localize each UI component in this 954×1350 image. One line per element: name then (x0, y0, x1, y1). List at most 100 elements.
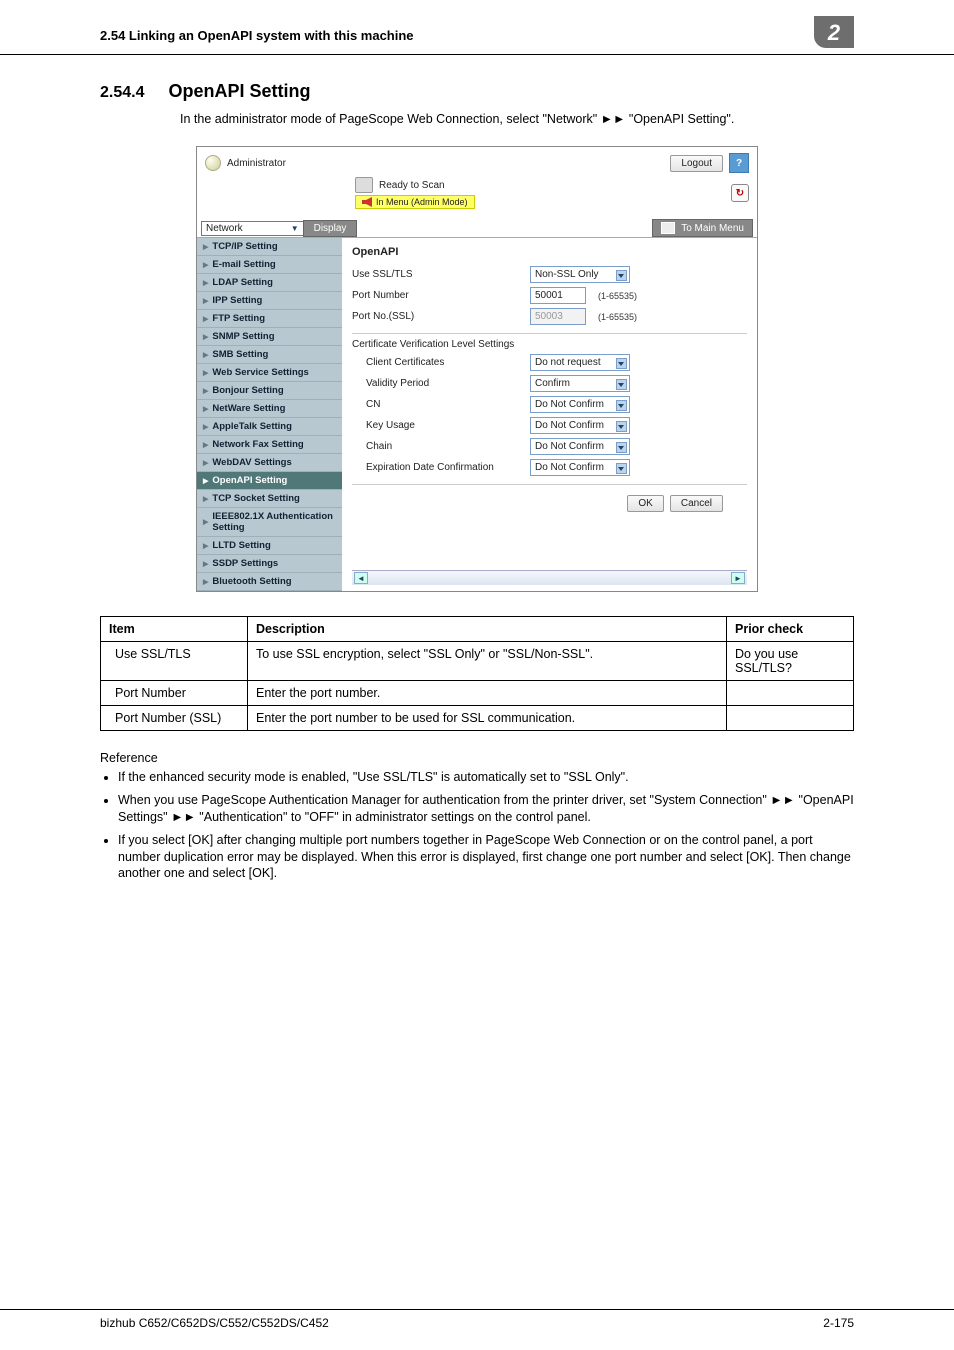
sidebar-item-network-fax-setting[interactable]: ▶ Network Fax Setting (197, 436, 342, 454)
chain-select[interactable]: Do Not Confirm (530, 438, 630, 455)
sidebar-item-appletalk-setting[interactable]: ▶AppleTalk Setting (197, 418, 342, 436)
sidebar-item-label: WebDAV Settings (212, 457, 291, 468)
sidebar-item-e-mail-setting[interactable]: ▶E-mail Setting (197, 256, 342, 274)
sidebar-item-ipp-setting[interactable]: ▶ IPP Setting (197, 292, 342, 310)
sidebar-item-label: Network Fax Setting (212, 439, 303, 450)
validity-select[interactable]: Confirm (530, 375, 630, 392)
cell-prior: Do you use SSL/TLS? (727, 642, 854, 681)
reference-item: When you use PageScope Authentication Ma… (118, 792, 854, 826)
scroll-right-icon[interactable]: ► (731, 572, 745, 584)
footer-page: 2-175 (823, 1316, 854, 1330)
section-header: 2.54 Linking an OpenAPI system with this… (100, 28, 414, 43)
triangle-icon: ▶ (203, 477, 208, 485)
triangle-icon: ▶ (203, 297, 208, 305)
triangle-icon: ▶ (203, 518, 208, 526)
reference-item: If the enhanced security mode is enabled… (118, 769, 854, 786)
reference-item: If you select [OK] after changing multip… (118, 832, 854, 883)
chain-label: Chain (352, 441, 522, 452)
triangle-icon: ▶ (203, 578, 208, 586)
user-icon (205, 155, 221, 171)
expiration-label: Expiration Date Confirmation (352, 462, 522, 473)
use-ssl-select[interactable]: Non-SSL Only (530, 266, 630, 283)
category-select[interactable]: Network ▼ (201, 221, 304, 236)
triangle-icon: ▶ (203, 351, 208, 359)
sidebar-item-web-service-settings[interactable]: ▶Web Service Settings (197, 364, 342, 382)
cell-prior (727, 681, 854, 706)
port-ssl-label: Port No.(SSL) (352, 311, 522, 322)
th-desc: Description (248, 617, 727, 642)
triangle-icon: ▶ (203, 387, 208, 395)
chapter-badge: 2 (814, 16, 854, 48)
port-ssl-hint: (1-65535) (598, 312, 637, 322)
sidebar-item-label: TCP/IP Setting (212, 241, 277, 252)
cn-select[interactable]: Do Not Confirm (530, 396, 630, 413)
triangle-icon: ▶ (203, 243, 208, 251)
table-row: Port Number (SSL)Enter the port number t… (101, 706, 854, 731)
section-intro: In the administrator mode of PageScope W… (0, 108, 954, 140)
ready-to-scan: Ready to Scan (379, 180, 445, 191)
client-cert-label: Client Certificates (352, 357, 522, 368)
to-main-menu-button[interactable]: To Main Menu (652, 219, 753, 237)
triangle-icon: ▶ (203, 423, 208, 431)
help-button[interactable]: ? (729, 153, 749, 173)
category-select-value: Network (206, 223, 243, 234)
logout-button[interactable]: Logout (670, 155, 723, 172)
sidebar-item-label: LLTD Setting (212, 540, 270, 551)
panel-title: OpenAPI (352, 246, 747, 258)
sidebar-item-ldap-setting[interactable]: ▶LDAP Setting (197, 274, 342, 292)
administrator-label: Administrator (227, 158, 286, 169)
sidebar-item-lltd-setting[interactable]: ▶ LLTD Setting (197, 537, 342, 555)
sidebar-item-ssdp-settings[interactable]: ▶SSDP Settings (197, 555, 342, 573)
reference-heading: Reference (100, 751, 854, 765)
triangle-icon: ▶ (203, 405, 208, 413)
sidebar-item-ftp-setting[interactable]: ▶ FTP Setting (197, 310, 342, 328)
cancel-button[interactable]: Cancel (670, 495, 723, 512)
cell-item: Port Number (SSL) (101, 706, 248, 731)
triangle-icon: ▶ (203, 279, 208, 287)
th-prior: Prior check (727, 617, 854, 642)
horizontal-scrollbar[interactable]: ◄ ► (352, 570, 747, 585)
triangle-icon: ▶ (203, 333, 208, 341)
expiration-select[interactable]: Do Not Confirm (530, 459, 630, 476)
display-button[interactable]: Display (303, 220, 358, 237)
table-row: Use SSL/TLSTo use SSL encryption, select… (101, 642, 854, 681)
sidebar-item-smb-setting[interactable]: ▶ SMB Setting (197, 346, 342, 364)
sidebar-item-tcp-socket-setting[interactable]: ▶TCP Socket Setting (197, 490, 342, 508)
section-number: 2.54.4 (100, 84, 144, 102)
sidebar-item-openapi-setting[interactable]: ▶OpenAPI Setting (197, 472, 342, 490)
port-input[interactable]: 50001 (530, 287, 586, 304)
sidebar-item-label: Web Service Settings (212, 367, 308, 378)
ok-button[interactable]: OK (627, 495, 663, 512)
sidebar-item-label: E-mail Setting (212, 259, 275, 270)
sidebar-item-ieee802-1x-authentication-setting[interactable]: ▶IEEE802.1X Authentication Setting (197, 508, 342, 537)
cell-item: Port Number (101, 681, 248, 706)
triangle-icon: ▶ (203, 441, 208, 449)
sidebar-item-tcp-ip-setting[interactable]: ▶ TCP/IP Setting (197, 238, 342, 256)
key-usage-select[interactable]: Do Not Confirm (530, 417, 630, 434)
sidebar-item-label: FTP Setting (212, 313, 265, 324)
cell-desc: Enter the port number to be used for SSL… (248, 706, 727, 731)
sidebar-item-webdav-settings[interactable]: ▶WebDAV Settings (197, 454, 342, 472)
scroll-left-icon[interactable]: ◄ (354, 572, 368, 584)
sidebar-item-label: NetWare Setting (212, 403, 285, 414)
printer-icon (355, 177, 373, 193)
sidebar-item-label: SMB Setting (212, 349, 268, 360)
use-ssl-label: Use SSL/TLS (352, 269, 522, 280)
cn-label: CN (352, 399, 522, 410)
admin-mode-text: In Menu (Admin Mode) (376, 197, 468, 207)
refresh-button[interactable]: ↻ (731, 184, 749, 202)
port-ssl-input[interactable]: 50003 (530, 308, 586, 325)
sidebar-item-snmp-setting[interactable]: ▶SNMP Setting (197, 328, 342, 346)
sidebar-item-bonjour-setting[interactable]: ▶Bonjour Setting (197, 382, 342, 400)
triangle-icon: ▶ (203, 542, 208, 550)
sidebar-item-netware-setting[interactable]: ▶ NetWare Setting (197, 400, 342, 418)
triangle-icon: ▶ (203, 315, 208, 323)
cell-desc: To use SSL encryption, select "SSL Only"… (248, 642, 727, 681)
sidebar-item-label: SSDP Settings (212, 558, 278, 569)
port-label: Port Number (352, 290, 522, 301)
screenshot-panel: Administrator Logout ? Ready to Scan In … (196, 146, 758, 592)
cell-prior (727, 706, 854, 731)
sidebar-item-label: IPP Setting (212, 295, 262, 306)
client-cert-select[interactable]: Do not request (530, 354, 630, 371)
sidebar-item-bluetooth-setting[interactable]: ▶Bluetooth Setting (197, 573, 342, 591)
